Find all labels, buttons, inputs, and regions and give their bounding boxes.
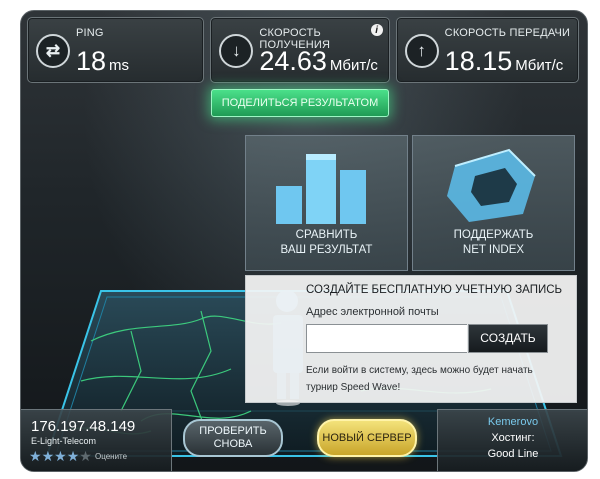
action-tiles: СРАВНИТЬ ВАШ РЕЗУЛЬТАТ ПОДДЕРЖАТЬ NET IN… bbox=[245, 135, 575, 271]
net-index-icon bbox=[447, 148, 536, 222]
client-isp: E-Light-Telecom bbox=[31, 436, 97, 446]
share-result-button[interactable]: ПОДЕЛИТЬСЯ РЕЗУЛЬТАТОМ bbox=[211, 89, 389, 117]
test-again-button[interactable]: ПРОВЕРИТЬ СНОВА bbox=[183, 419, 283, 457]
email-label: Адрес электронной почты bbox=[306, 306, 439, 318]
compare-line2: ВАШ РЕЗУЛЬТАТ bbox=[280, 244, 373, 256]
star-icon[interactable]: ★ bbox=[42, 448, 55, 464]
compare-line1: СРАВНИТЬ bbox=[295, 229, 358, 241]
ping-value: 18 ms bbox=[76, 46, 129, 77]
account-note: Если войти в систему, здесь можно будет … bbox=[306, 365, 533, 393]
net-index-caption: ПОДДЕРЖАТЬ NET INDEX bbox=[413, 228, 574, 258]
client-ip: 176.197.48.149 bbox=[31, 418, 136, 435]
bar-chart-icon bbox=[276, 154, 366, 224]
server-info: Kemerovo Хостинг: Good Line bbox=[437, 409, 587, 471]
upload-value: 18.15 Мбит/с bbox=[445, 46, 564, 77]
ping-arrows-icon: ⇄ bbox=[36, 34, 70, 68]
star-icon[interactable]: ★ bbox=[54, 448, 67, 464]
stats-bar: ⇄ PING 18 ms ↓ СКОРОСТЬ ПОЛУЧЕНИЯ i 24.63… bbox=[27, 17, 579, 83]
star-icon[interactable]: ★ bbox=[79, 448, 92, 464]
download-stat: ↓ СКОРОСТЬ ПОЛУЧЕНИЯ i 24.63 Мбит/с bbox=[210, 17, 390, 83]
create-account-button[interactable]: СОЗДАТЬ bbox=[468, 324, 548, 353]
hosting-label: Хостинг: bbox=[491, 432, 535, 444]
server-city: Kemerovo bbox=[487, 416, 539, 428]
upload-label: СКОРОСТЬ ПЕРЕДАЧИ bbox=[444, 27, 571, 39]
star-icon[interactable]: ★ bbox=[67, 448, 80, 464]
download-unit: Мбит/с bbox=[329, 57, 378, 74]
net-index-line1: ПОДДЕРЖАТЬ bbox=[453, 229, 534, 241]
ping-unit: ms bbox=[109, 57, 130, 74]
net-index-line2: NET INDEX bbox=[462, 244, 525, 256]
net-index-tile[interactable]: ПОДДЕРЖАТЬ NET INDEX bbox=[412, 135, 575, 271]
upload-unit: Мбит/с bbox=[515, 57, 564, 74]
download-arrow-icon: ↓ bbox=[219, 34, 254, 68]
speedtest-window: ⇄ PING 18 ms ↓ СКОРОСТЬ ПОЛУЧЕНИЯ i 24.63… bbox=[20, 10, 588, 472]
email-field[interactable] bbox=[306, 324, 467, 353]
upload-arrow-icon: ↑ bbox=[404, 34, 439, 68]
create-account-panel: СОЗДАЙТЕ БЕСПЛАТНУЮ УЧЕТНУЮ ЗАПИСЬ Адрес… bbox=[245, 275, 577, 403]
upload-stat: ↑ СКОРОСТЬ ПЕРЕДАЧИ 18.15 Мбит/с bbox=[395, 17, 579, 83]
ping-stat: ⇄ PING 18 ms bbox=[27, 17, 205, 83]
compare-result-tile[interactable]: СРАВНИТЬ ВАШ РЕЗУЛЬТАТ bbox=[245, 135, 408, 271]
compare-caption: СРАВНИТЬ ВАШ РЕЗУЛЬТАТ bbox=[246, 228, 407, 258]
rate-label[interactable]: Оцените bbox=[95, 452, 127, 461]
upload-number: 18.15 bbox=[444, 46, 513, 76]
ping-label: PING bbox=[76, 27, 104, 39]
client-info: 176.197.48.149 E-Light-Telecom ★★★★★ Оце… bbox=[21, 409, 172, 471]
account-heading: СОЗДАЙТЕ БЕСПЛАТНУЮ УЧЕТНУЮ ЗАПИСЬ bbox=[306, 284, 563, 296]
rating-stars[interactable]: ★★★★★ bbox=[29, 448, 92, 465]
host-name: Good Line bbox=[487, 448, 539, 460]
new-server-button[interactable]: НОВЫЙ СЕРВЕР bbox=[317, 419, 417, 457]
download-value: 24.63 Мбит/с bbox=[259, 46, 378, 77]
info-icon[interactable]: i bbox=[370, 24, 383, 36]
download-number: 24.63 bbox=[259, 46, 327, 76]
ping-number: 18 bbox=[76, 46, 107, 76]
star-icon[interactable]: ★ bbox=[29, 448, 42, 464]
